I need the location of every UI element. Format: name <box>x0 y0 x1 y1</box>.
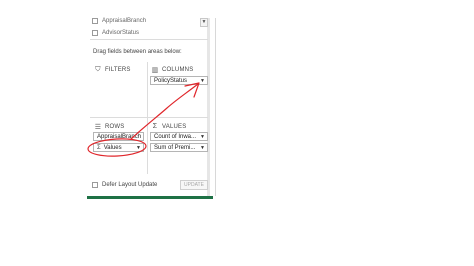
section-divider <box>90 39 208 40</box>
field-list-item[interactable]: AdvisorStatus <box>92 29 139 37</box>
field-pill-label: AppraisalBranch <box>97 133 142 140</box>
field-label: AdvisorStatus <box>102 30 140 36</box>
columns-area-header: ▥ COLUMNS <box>151 66 194 74</box>
rows-area-title: ROWS <box>105 124 125 130</box>
values-field-count[interactable]: Count of Inwa... ▼ <box>150 132 208 141</box>
dropdown-arrow-icon[interactable]: ▼ <box>136 145 141 151</box>
pane-scroll-track[interactable] <box>207 18 210 198</box>
drag-hint-text: Drag fields between areas below: <box>93 49 182 55</box>
rows-icon: ☰ <box>94 124 102 131</box>
dropdown-arrow-icon[interactable]: ▼ <box>200 78 205 84</box>
columns-area-title: COLUMNS <box>162 67 194 73</box>
rows-area-header: ☰ ROWS <box>94 123 125 131</box>
field-label: AppraisalBranch <box>102 18 147 24</box>
values-area-header: Σ VALUES <box>151 123 186 130</box>
values-area-title: VALUES <box>162 123 187 130</box>
rows-field-appraisalbranch[interactable]: AppraisalBranch ▼ <box>93 132 144 141</box>
update-button[interactable]: UPDATE <box>180 180 208 190</box>
dropdown-arrow-icon[interactable]: ▼ <box>143 134 144 140</box>
filter-icon: ⛉ <box>95 66 101 73</box>
pane-accent-bar <box>87 196 213 199</box>
field-pill-label: Sum of Premi... <box>154 144 196 151</box>
columns-icon: ▥ <box>151 67 159 74</box>
field-list-item[interactable]: AppraisalBranch <box>92 17 146 25</box>
field-pill-label: Count of Inwa... <box>154 133 197 140</box>
pivot-field-list-pane <box>87 18 216 196</box>
columns-field-policystatus[interactable]: PolicyStatus ▼ <box>150 76 208 85</box>
scroll-down-button[interactable]: ▼ <box>200 18 208 27</box>
defer-layout-update[interactable]: Defer Layout Update <box>92 182 157 188</box>
field-checkbox[interactable] <box>92 18 98 24</box>
field-pill-label: PolicyStatus <box>154 77 188 84</box>
sigma-icon: Σ <box>97 144 101 151</box>
filters-area-header: ⛉ FILTERS <box>94 66 131 74</box>
field-pill-label: Values <box>103 144 122 151</box>
defer-label: Defer Layout Update <box>102 182 158 188</box>
dropdown-arrow-icon[interactable]: ▼ <box>200 145 205 151</box>
area-divider-horizontal <box>90 117 208 118</box>
dropdown-arrow-icon[interactable]: ▼ <box>200 134 205 140</box>
area-divider-vertical <box>147 62 148 174</box>
field-checkbox[interactable] <box>92 30 98 36</box>
filters-area-title: FILTERS <box>105 67 131 73</box>
values-field-sum[interactable]: Sum of Premi... ▼ <box>150 143 208 152</box>
defer-checkbox[interactable] <box>92 182 98 188</box>
annotation-overlay <box>87 82 200 157</box>
chevron-down-icon: ▼ <box>201 19 207 25</box>
sigma-icon: Σ <box>152 123 158 130</box>
rows-field-values[interactable]: Σ Values ▼ <box>93 143 144 152</box>
